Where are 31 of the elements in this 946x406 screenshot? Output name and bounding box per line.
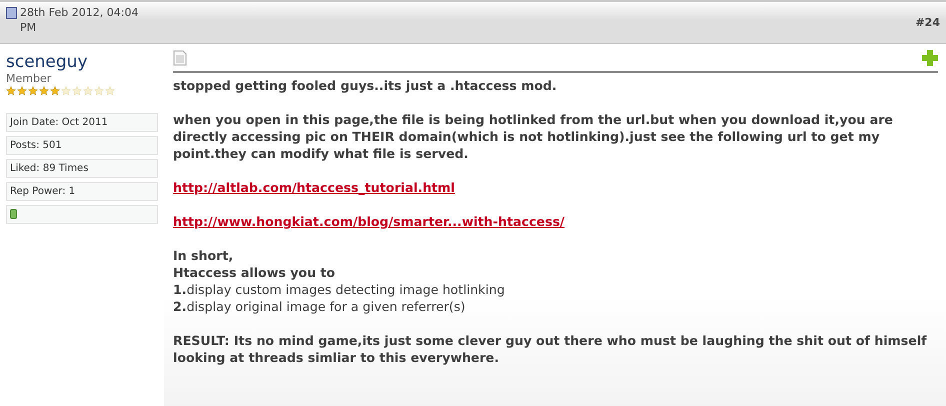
star-icon bbox=[72, 86, 82, 96]
plus-icon[interactable] bbox=[922, 50, 938, 66]
post-number[interactable]: #24 bbox=[915, 16, 940, 29]
message-text: RESULT: Its no mind game,its just some clever guy out there who must be laughing the shit out of himself looking at threads simliar to this everywhere. bbox=[173, 332, 928, 366]
user-title: Member bbox=[6, 72, 52, 86]
star-icon bbox=[61, 86, 71, 96]
url-link[interactable]: http://altlab.com/htaccess_tutorial.html bbox=[173, 180, 456, 195]
document-icon bbox=[6, 7, 17, 19]
star-icon bbox=[6, 86, 16, 96]
star-icon bbox=[50, 86, 60, 96]
reputation-icon bbox=[10, 209, 17, 219]
user-stat: Join Date: Oct 2011 bbox=[6, 113, 158, 132]
user-stat: Posts: 501 bbox=[6, 136, 158, 155]
star-icon bbox=[28, 86, 38, 96]
message-line: 1.display custom images detecting image hotlinking bbox=[173, 281, 506, 298]
star-icon bbox=[83, 86, 93, 96]
message-line: Htaccess allows you to bbox=[173, 264, 336, 281]
star-icon bbox=[105, 86, 115, 96]
message-text: when you open in this page,the file is being hotlinked from the url.but when you download it,you are directly accessing pic on THEIR domain(which is not hotlinking).just see the following url to get my point.they can modify what file is served. bbox=[173, 111, 894, 162]
user-stat: Rep Power: 1 bbox=[6, 182, 158, 201]
username[interactable]: sceneguy bbox=[6, 52, 88, 72]
star-icon bbox=[39, 86, 49, 96]
url-link[interactable]: http://www.hongkiat.com/blog/smarter...with-htaccess/ bbox=[173, 214, 565, 229]
message-line: In short, bbox=[173, 247, 234, 264]
star-icon bbox=[17, 86, 27, 96]
post-date: 28th Feb 2012, 04:04 PM bbox=[20, 5, 140, 35]
star-icon bbox=[94, 86, 104, 96]
message-text: stopped getting fooled guys..its just a .htaccess mod. bbox=[173, 77, 558, 94]
page-icon bbox=[173, 50, 187, 66]
user-stat: Liked: 89 Times bbox=[6, 159, 158, 178]
message-line: 2.display original image for a given referrer(s) bbox=[173, 298, 466, 315]
